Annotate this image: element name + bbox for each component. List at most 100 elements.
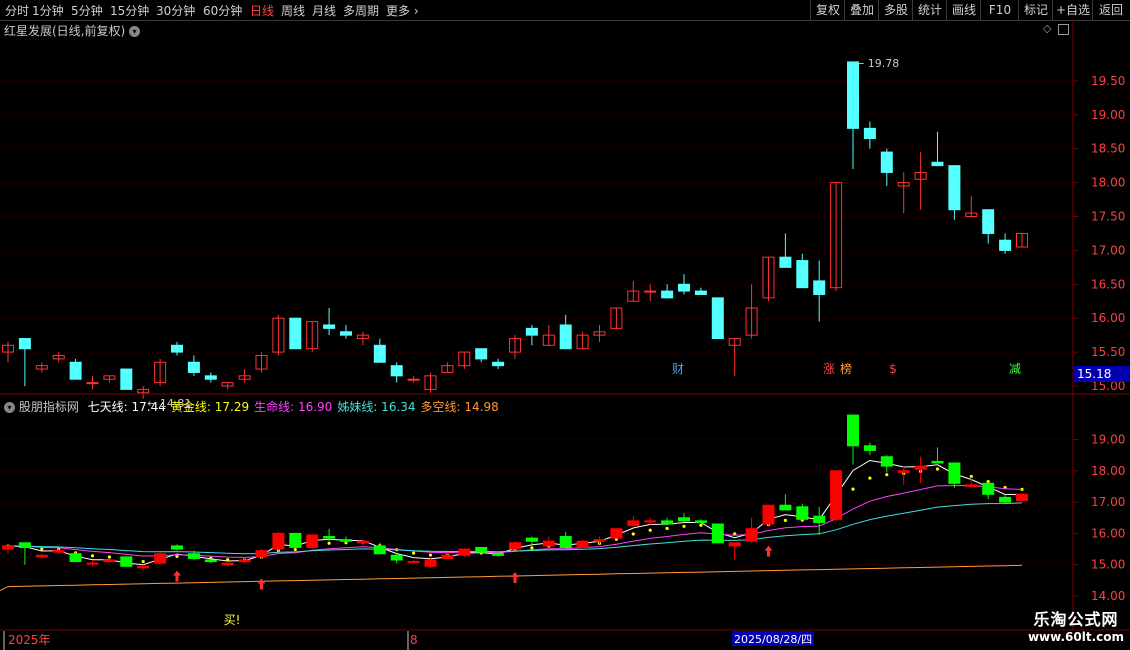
candle-body	[221, 562, 234, 566]
long-short-line-lead	[0, 586, 9, 592]
candle-body	[475, 348, 488, 360]
mark-button[interactable]: 标记	[1018, 0, 1053, 20]
candle-body	[475, 546, 488, 553]
candle-body	[762, 504, 775, 525]
price-tick-label: 19.50	[1091, 74, 1125, 88]
candle-body	[779, 504, 792, 511]
tab-weekly[interactable]: 周线	[281, 2, 305, 19]
overlay-button[interactable]: 叠加	[844, 0, 879, 20]
indicator-tick-label: 16.00	[1091, 526, 1125, 540]
candle-body	[678, 517, 690, 522]
gold-line-dot	[107, 555, 111, 559]
candle-body	[69, 361, 82, 380]
candle-body	[407, 378, 420, 381]
candle-body	[880, 456, 893, 467]
chevron-right-icon: ›	[410, 4, 419, 18]
candle-body	[661, 520, 674, 525]
event-marker: 涨	[823, 361, 835, 376]
draw-line-button[interactable]: 画线	[946, 0, 981, 20]
indicator-tick-label: 14.00	[1091, 589, 1125, 603]
stock-chart: 19.50 19.00 18.50 18.00 17.50 17.00 16.50 16.00…	[0, 20, 1130, 650]
candle-body	[86, 562, 99, 565]
event-marker: $	[889, 362, 897, 376]
statistics-button[interactable]: 统计	[912, 0, 947, 20]
gold-line-dot	[851, 487, 855, 491]
back-button[interactable]: 返回	[1092, 0, 1129, 20]
candle-body	[711, 297, 724, 340]
watermark-title: 乐淘公式网	[1033, 610, 1119, 629]
candle-body	[458, 548, 471, 556]
candle-body	[914, 465, 927, 470]
year-label: 2025年	[8, 633, 51, 647]
candle-body	[390, 554, 403, 561]
tab-1min[interactable]: 1分钟	[32, 2, 64, 19]
candle-body	[965, 484, 978, 487]
candle-body	[694, 290, 707, 295]
candle-body	[999, 239, 1012, 251]
candle-body	[559, 536, 572, 548]
gold-line-dot	[665, 526, 669, 531]
candle-body	[694, 520, 707, 523]
candle-body	[509, 542, 521, 550]
gold-line-dot	[648, 528, 652, 532]
candle-body	[340, 331, 352, 336]
tab-daily[interactable]: 日线	[250, 2, 274, 19]
tab-60min[interactable]: 60分钟	[203, 2, 242, 19]
gold-line-dot	[682, 524, 686, 528]
gold-line-dot	[90, 554, 95, 558]
gold-line-dot	[226, 558, 230, 562]
candle-body	[576, 540, 589, 548]
indicator-tick-label: 15.00	[1091, 558, 1125, 572]
candle-body	[120, 556, 133, 567]
more-label[interactable]: 更多	[386, 4, 410, 18]
candle-body	[880, 151, 893, 173]
tab-more[interactable]: 更多 ›	[386, 2, 419, 19]
high-price-label: ← 19.78	[855, 57, 899, 70]
candle-body	[948, 462, 961, 484]
candle-body	[238, 559, 251, 563]
gold-line-dot	[885, 473, 889, 477]
candle-body	[86, 382, 99, 385]
adjust-button[interactable]: 复权	[810, 0, 845, 20]
candle-body	[289, 532, 302, 548]
tab-multi-period[interactable]: 多周期	[343, 2, 379, 19]
candle-body	[982, 209, 995, 234]
price-tick-label: 17.50	[1091, 210, 1125, 224]
price-tick-label: 18.50	[1091, 142, 1125, 156]
tab-30min[interactable]: 30分钟	[156, 2, 195, 19]
gold-line-dot	[412, 551, 416, 555]
candle-body	[154, 553, 167, 564]
candle-body	[728, 542, 741, 547]
tab-15min[interactable]: 15分钟	[110, 2, 149, 19]
indicator-candles	[2, 414, 1028, 571]
multi-stock-button[interactable]: 多股	[878, 0, 913, 20]
candle-body	[1016, 493, 1028, 502]
candle-body	[847, 414, 859, 447]
event-marker: 财	[672, 362, 684, 376]
tab-monthly[interactable]: 月线	[312, 2, 336, 19]
candle-body	[711, 523, 724, 544]
candle-body	[137, 565, 150, 569]
candle-body	[999, 496, 1012, 503]
gold-line-dot	[935, 467, 940, 471]
candle-body	[779, 256, 792, 268]
tab-intraday[interactable]: 分时	[5, 2, 29, 19]
buy-arrow-icon	[764, 545, 773, 557]
add-watchlist-button[interactable]: +自选	[1052, 0, 1093, 20]
candle-body	[323, 536, 336, 539]
candle-body	[204, 375, 217, 380]
gold-line-dot	[783, 518, 788, 523]
indicator-tick-label: 18.00	[1091, 464, 1125, 478]
tab-5min[interactable]: 5分钟	[71, 2, 103, 19]
gold-line-dot	[293, 547, 297, 552]
f10-button[interactable]: F10	[980, 0, 1019, 20]
candle-body	[390, 365, 403, 377]
candle-body	[323, 324, 336, 329]
candle-body	[69, 553, 82, 563]
chart-grid	[0, 80, 1073, 597]
gold-line-dot	[327, 541, 331, 545]
candle-body	[2, 545, 14, 550]
candle-body	[813, 280, 826, 295]
low-price-label: ← 14.81	[147, 397, 191, 410]
candle-body	[103, 559, 116, 563]
